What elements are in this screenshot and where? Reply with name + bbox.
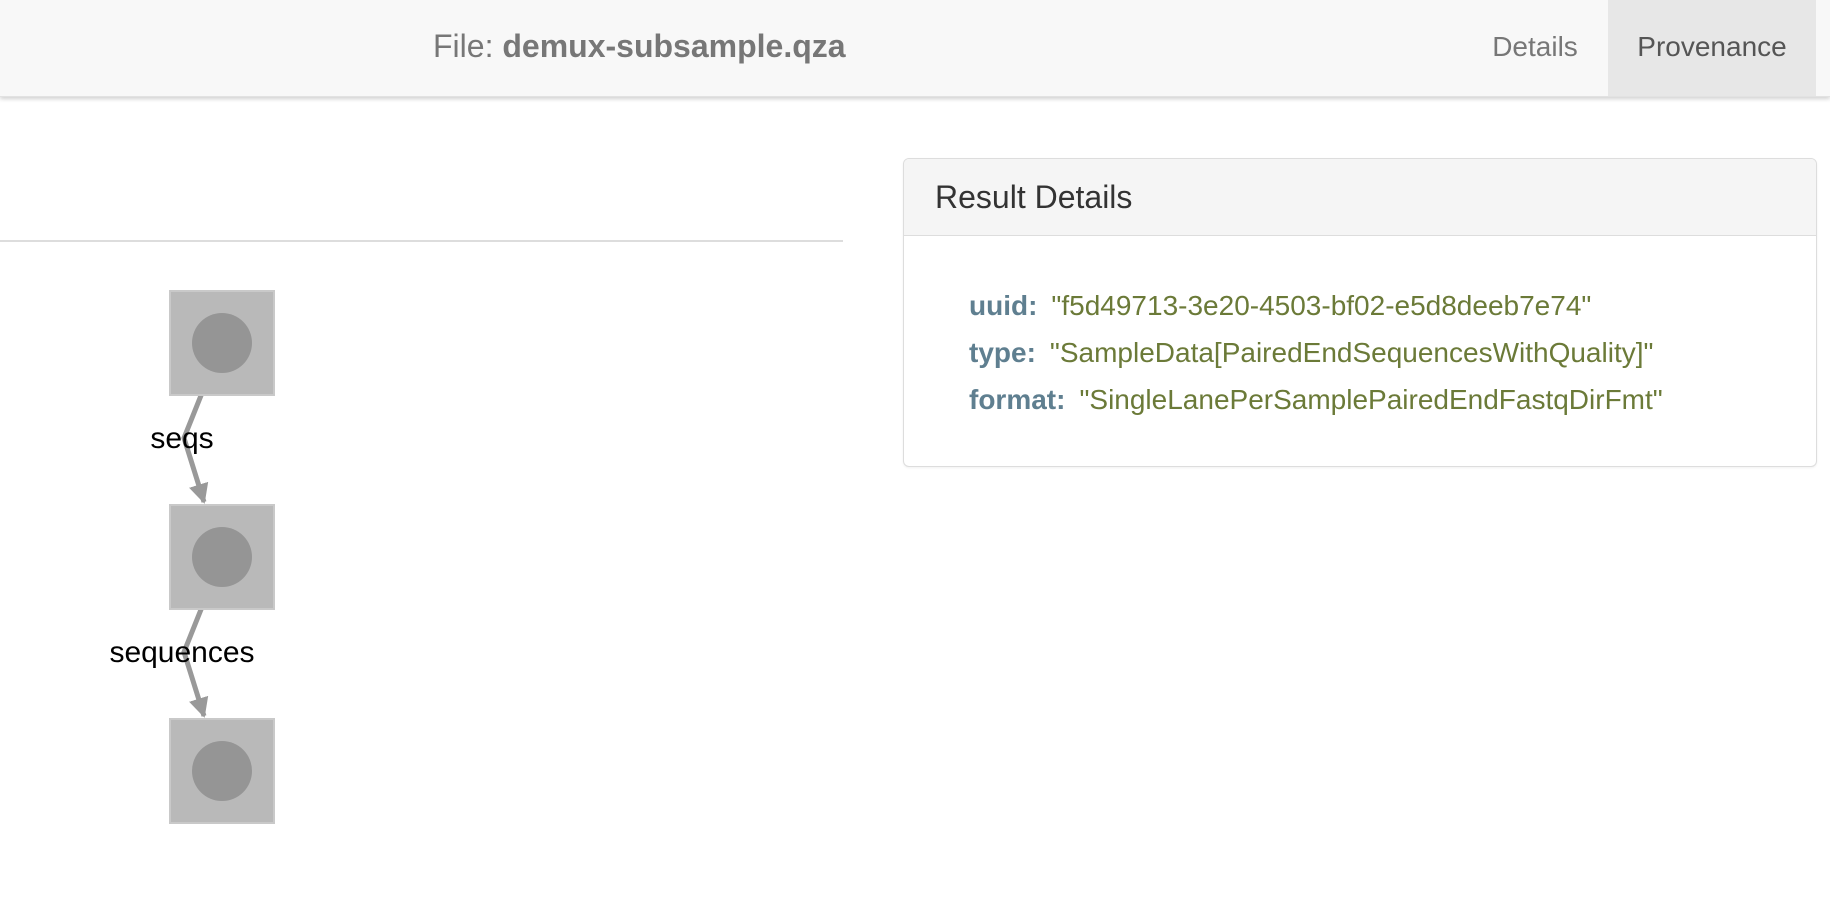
file-name: demux-subsample.qza — [502, 28, 846, 64]
detail-value-format: "SingleLanePerSamplePairedEndFastqDirFmt… — [1079, 384, 1663, 415]
file-label: File: — [433, 28, 494, 64]
edge-label-sequences: sequences — [109, 636, 254, 669]
result-details-panel: Result Details uuid: "f5d49713-3e20-4503-… — [903, 158, 1817, 467]
tab-details[interactable]: Details — [1470, 0, 1600, 96]
detail-row-format: format: "SingleLanePerSamplePairedEndFast… — [969, 384, 1663, 416]
top-navbar: File: demux-subsample.qza Details Proven… — [0, 0, 1830, 97]
detail-row-uuid: uuid: "f5d49713-3e20-4503-bf02-e5d8deeb7e… — [969, 290, 1591, 322]
edge-label-seqs: seqs — [150, 422, 213, 455]
detail-key-type: type: — [969, 337, 1036, 368]
detail-key-uuid: uuid: — [969, 290, 1038, 321]
result-node-1[interactable] — [169, 290, 275, 396]
detail-row-type: type: "SampleData[PairedEndSequencesWithQ… — [969, 337, 1653, 369]
detail-value-type: "SampleData[PairedEndSequencesWithQualit… — [1049, 337, 1654, 368]
action-node[interactable] — [169, 504, 275, 610]
tab-provenance[interactable]: Provenance — [1608, 0, 1816, 96]
file-title: File: demux-subsample.qza — [433, 28, 846, 65]
provenance-graph: seqs sequences — [109, 290, 275, 824]
result-node-2[interactable] — [169, 718, 275, 824]
result-details-title: Result Details — [904, 159, 1816, 236]
detail-value-uuid: "f5d49713-3e20-4503-bf02-e5d8deeb7e74" — [1051, 290, 1592, 321]
detail-key-format: format: — [969, 384, 1066, 415]
